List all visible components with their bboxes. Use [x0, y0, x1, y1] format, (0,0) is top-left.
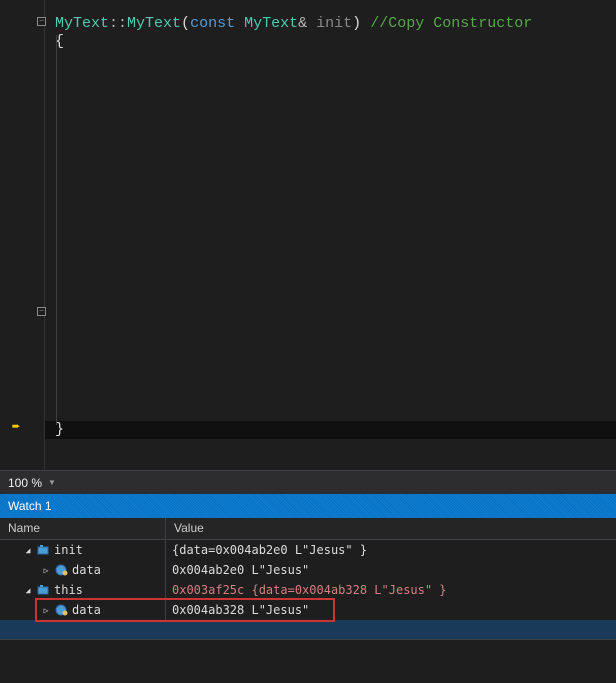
watch-panel: Watch 1 Name Value ◢ init {data=0x004ab2… — [0, 494, 616, 683]
var-name: this — [54, 583, 83, 597]
code-line-current[interactable]: } — [45, 421, 616, 439]
column-name-header[interactable]: Name — [0, 518, 166, 539]
execution-pointer-icon: ➨ — [12, 419, 20, 436]
empty-watch-row[interactable] — [0, 620, 616, 640]
var-name: data — [72, 563, 101, 577]
struct-icon — [36, 583, 50, 597]
code-editor[interactable]: − − ➨ MyText::MyText(const MyText& init)… — [0, 0, 616, 470]
watch-column-headers: Name Value — [0, 518, 616, 540]
var-value-changed: 0x003af25c {data=0x004ab328 L"Jesus" } — [166, 583, 616, 597]
var-value: {data=0x004ab2e0 L"Jesus" } — [166, 543, 616, 557]
watch-row-this[interactable]: ◢ this 0x003af25c {data=0x004ab328 L"Jes… — [0, 580, 616, 600]
var-value: 0x004ab328 L"Jesus" — [166, 603, 616, 617]
paren-close: ) — [352, 15, 361, 32]
field-icon — [54, 563, 68, 577]
var-value: 0x004ab2e0 L"Jesus" — [166, 563, 616, 577]
fold-minus-icon[interactable]: − — [37, 17, 46, 26]
chevron-down-icon: ▼ — [48, 478, 56, 487]
field-icon — [54, 603, 68, 617]
const-keyword: const — [190, 15, 235, 32]
paren-open: ( — [181, 15, 190, 32]
watch-row-init[interactable]: ◢ init {data=0x004ab2e0 L"Jesus" } — [0, 540, 616, 560]
param-name: init — [316, 15, 352, 32]
watch-row-this-data[interactable]: ▷ data 0x004ab328 L"Jesus" — [0, 600, 616, 620]
comment: //Copy Constructor — [370, 15, 532, 32]
var-name: data — [72, 603, 101, 617]
expander-closed-icon[interactable]: ▷ — [40, 604, 52, 616]
ref-symbol: & — [298, 15, 307, 32]
code-line[interactable]: MyText::MyText(const MyText& init) //Cop… — [45, 15, 616, 33]
watch-rows: ◢ init {data=0x004ab2e0 L"Jesus" } ▷ dat… — [0, 540, 616, 683]
param-type: MyText — [244, 15, 298, 32]
expander-open-icon[interactable]: ◢ — [22, 544, 34, 556]
scope-op: :: — [109, 15, 127, 32]
watch-title[interactable]: Watch 1 — [0, 494, 616, 518]
code-line[interactable]: { — [45, 33, 616, 51]
fold-minus-icon[interactable]: − — [37, 307, 46, 316]
expander-closed-icon[interactable]: ▷ — [40, 564, 52, 576]
ctor-name: MyText — [127, 15, 181, 32]
expander-open-icon[interactable]: ◢ — [22, 584, 34, 596]
column-value-header[interactable]: Value — [166, 518, 616, 539]
var-name: init — [54, 543, 83, 557]
editor-gutter: − − — [0, 0, 45, 470]
struct-icon — [36, 543, 50, 557]
indent-guide — [56, 35, 57, 425]
watch-row-init-data[interactable]: ▷ data 0x004ab2e0 L"Jesus" — [0, 560, 616, 580]
zoom-dropdown[interactable]: 100 % ▼ — [8, 476, 56, 490]
zoom-level: 100 % — [8, 476, 42, 490]
zoom-bar: 100 % ▼ — [0, 470, 616, 494]
type-name: MyText — [55, 15, 109, 32]
